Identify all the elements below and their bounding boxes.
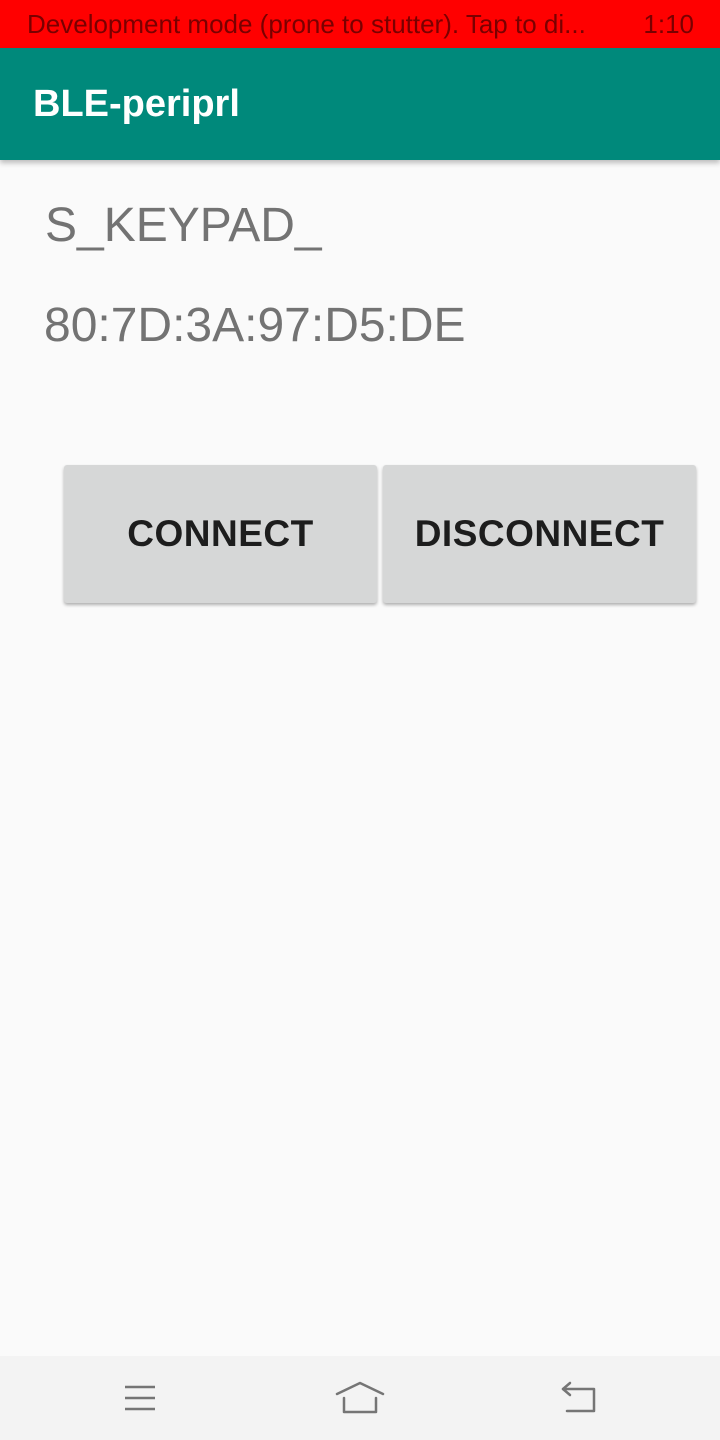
back-icon — [561, 1381, 596, 1413]
navigation-bar — [0, 1356, 720, 1440]
home-icon — [335, 1381, 385, 1414]
app-bar: BLE-periprl — [0, 48, 720, 160]
nav-menu-button[interactable] — [80, 1356, 200, 1440]
nav-back-button[interactable] — [519, 1356, 639, 1440]
device-name: S_KEYPAD_ — [45, 199, 322, 252]
connect-button[interactable]: CONNECT — [64, 465, 377, 603]
status-bar[interactable]: Development mode (prone to stutter). Tap… — [0, 0, 720, 48]
disconnect-button[interactable]: DISCONNECT — [383, 465, 696, 603]
device-address: 80:7D:3A:97:D5:DE — [44, 299, 466, 352]
dev-mode-banner[interactable]: Development mode (prone to stutter). Tap… — [27, 9, 586, 40]
status-time: 1:10 — [643, 8, 694, 39]
menu-icon — [125, 1385, 155, 1411]
nav-home-button[interactable] — [300, 1356, 420, 1440]
app-title: BLE-periprl — [33, 82, 240, 125]
